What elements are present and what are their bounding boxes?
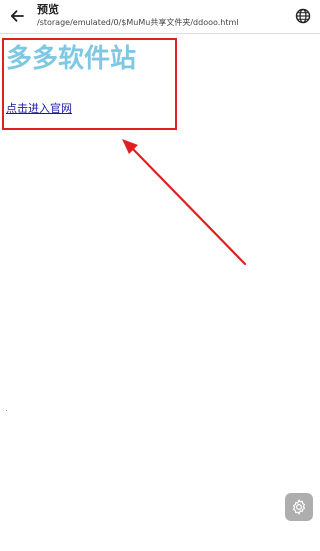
back-arrow-icon — [10, 10, 24, 22]
title-group: 预览 /storage/emulated/0/$MuMu共享文件夹/ddooo.… — [37, 3, 287, 29]
settings-button[interactable] — [285, 493, 313, 521]
back-button[interactable] — [6, 5, 28, 27]
file-path: /storage/emulated/0/$MuMu共享文件夹/ddooo.htm… — [37, 18, 239, 27]
app-bar: 预览 /storage/emulated/0/$MuMu共享文件夹/ddooo.… — [0, 0, 320, 34]
annotation-arrow — [122, 139, 247, 266]
gear-icon — [293, 499, 305, 515]
stray-dot — [6, 410, 7, 411]
page-title: 预览 — [37, 3, 59, 16]
html-preview: 多多软件站 点击进入官网 — [0, 34, 320, 551]
open-in-browser-button[interactable] — [292, 5, 314, 27]
globe-icon — [295, 8, 311, 24]
